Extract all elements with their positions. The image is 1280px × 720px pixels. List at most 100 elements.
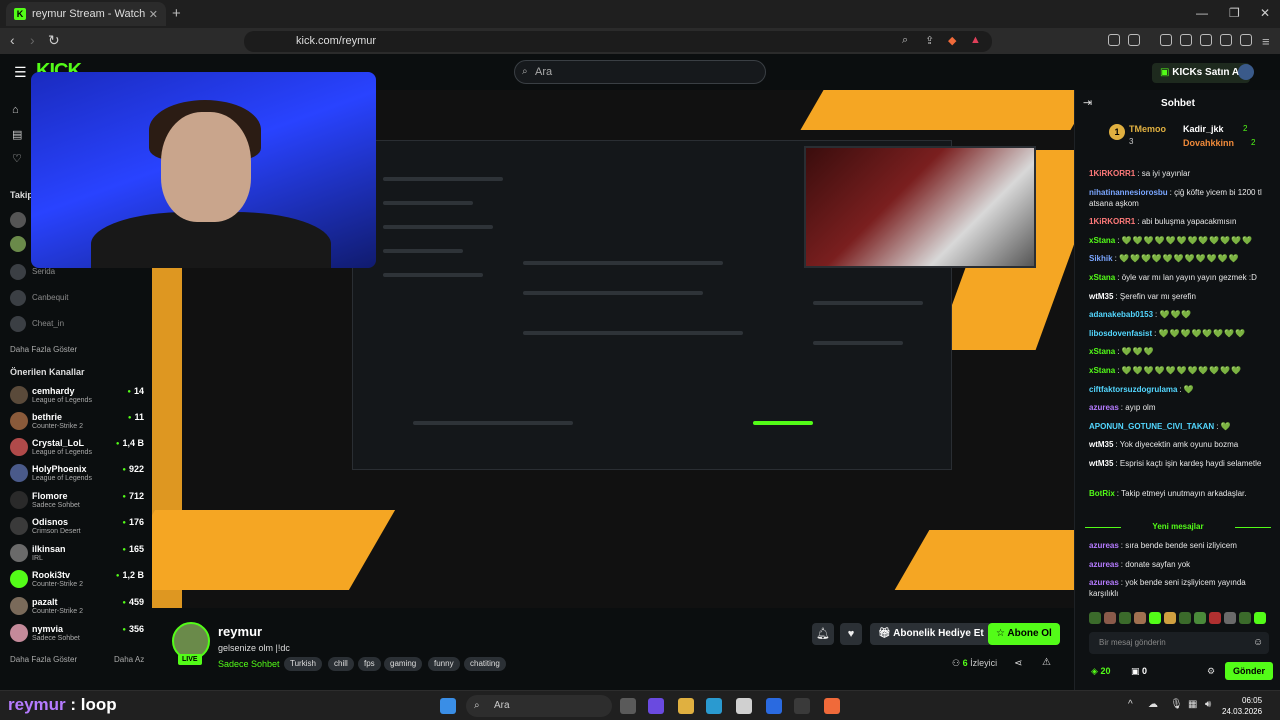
streamer-name[interactable]: reymur (218, 624, 262, 639)
notification-bell-button[interactable]: 🔔︎ (812, 623, 834, 645)
chat-username[interactable]: xStana (1089, 273, 1115, 282)
chat-username[interactable]: 1KiRKORR1 (1089, 169, 1135, 178)
new-tab-icon[interactable]: + (172, 5, 181, 22)
recommended-channel-item[interactable]: cemhardyLeague of Legends14 (10, 384, 146, 410)
report-icon[interactable]: ⚠ (1042, 657, 1051, 668)
emote[interactable] (1254, 612, 1266, 624)
emote[interactable] (1089, 612, 1101, 624)
address-bar[interactable]: kick.com/reymur (244, 31, 992, 52)
recommended-channel-item[interactable]: ilkinsanIRL165 (10, 542, 146, 568)
chat-username[interactable]: BotRix (1089, 489, 1115, 498)
chat-username[interactable]: azureas (1089, 560, 1119, 569)
following-channel-item[interactable]: Canbequit (10, 290, 146, 308)
emote[interactable] (1179, 612, 1191, 624)
share-icon[interactable]: ⇪ (925, 34, 934, 47)
stream-tag[interactable]: gaming (384, 657, 423, 671)
windows-start-icon[interactable] (440, 698, 456, 714)
chat-input[interactable]: Bir mesaj gönderin ☺ (1089, 632, 1269, 654)
recommended-channel-item[interactable]: FlomoreSadece Sohbet712 (10, 489, 146, 515)
show-more-following[interactable]: Daha Fazla Göster (10, 345, 77, 354)
emote[interactable] (1134, 612, 1146, 624)
chat-username[interactable]: xStana (1089, 347, 1115, 356)
subscribe-button[interactable]: ☆ Abone Ol (988, 623, 1060, 645)
gift-subscription-button[interactable]: 🎁︎ Abonelik Hediye Et (870, 623, 992, 645)
stream-tag[interactable]: funny (428, 657, 460, 671)
emote[interactable] (1194, 612, 1206, 624)
cloud-icon[interactable]: ☁ (1148, 699, 1158, 710)
extensions-icon[interactable] (1108, 34, 1120, 46)
recommended-channel-item[interactable]: Crystal_LoLLeague of Legends1,4 B (10, 436, 146, 462)
edge-icon[interactable] (706, 698, 722, 714)
send-button[interactable]: Gönder (1225, 662, 1274, 680)
recommended-channel-item[interactable]: pazaltCounter-Strike 2459 (10, 595, 146, 621)
zoom-icon[interactable]: ⌕ (902, 34, 908, 47)
taskbar-search[interactable]: ⌕ Ara (466, 695, 612, 717)
tray-chevron-icon[interactable]: ^ (1128, 699, 1133, 710)
brave-rewards-icon[interactable]: ▲ (970, 34, 981, 46)
recommended-channel-item[interactable]: nymviaSadece Sohbet356 (10, 622, 146, 648)
stream-tag[interactable]: fps (358, 657, 381, 671)
hamburger-menu-icon[interactable]: ☰ (14, 64, 27, 81)
search-input[interactable]: ⌕ Ara (514, 60, 766, 84)
emote[interactable] (1239, 612, 1251, 624)
share-icon[interactable]: ⋖ (1014, 658, 1022, 669)
emote[interactable] (1224, 612, 1236, 624)
stream-tag[interactable]: Turkish (284, 657, 322, 671)
emote[interactable] (1149, 612, 1161, 624)
task-view-icon[interactable] (620, 698, 636, 714)
chat-username[interactable]: azureas (1089, 578, 1119, 587)
emote[interactable] (1104, 612, 1116, 624)
chat-settings-icon[interactable]: ⚙ (1207, 666, 1215, 677)
stream-tag[interactable]: chill (328, 657, 354, 671)
menu-icon[interactable]: ≡ (1262, 34, 1270, 49)
emoji-picker-icon[interactable]: ☺ (1253, 632, 1263, 654)
media-icon[interactable] (1160, 34, 1172, 46)
chat-username[interactable]: 1KiRKORR1 (1089, 217, 1135, 226)
recommended-channel-item[interactable]: OdisnosCrimson Desert176 (10, 515, 146, 541)
minimize-icon[interactable]: — (1196, 6, 1208, 20)
wallet-icon[interactable] (1200, 34, 1212, 46)
kicks-balance[interactable]: ◈ 20 (1091, 666, 1110, 677)
browser-tab[interactable]: K reymur Stream - Watch Live on K ✕ (6, 2, 166, 26)
microphone-icon[interactable]: 🎙︎ (1170, 699, 1183, 710)
screenshot-icon[interactable] (1128, 34, 1140, 46)
back-icon[interactable]: ‹ (10, 32, 15, 48)
emote[interactable] (1119, 612, 1131, 624)
file-explorer-icon[interactable] (678, 698, 694, 714)
network-icon[interactable]: ▦ (1188, 699, 1197, 710)
chat-username[interactable]: wtM35 (1089, 292, 1113, 301)
close-tab-icon[interactable]: ✕ (149, 8, 158, 21)
chat-username[interactable]: ciftfaktorsuzdogrulama (1089, 385, 1177, 394)
stream-category[interactable]: Sadece Sohbet (218, 659, 280, 669)
vpn-icon[interactable] (1240, 34, 1252, 46)
leo-ai-icon[interactable] (1220, 34, 1232, 46)
obs-icon[interactable] (794, 698, 810, 714)
reload-icon[interactable]: ↻ (48, 32, 60, 49)
show-less-button[interactable]: Daha Az (114, 655, 144, 664)
show-more-recommended[interactable]: Daha Fazla Göster (10, 655, 77, 664)
home-icon[interactable]: ⌂ (12, 104, 19, 116)
forward-icon[interactable]: › (30, 32, 35, 48)
sidebar-icon[interactable] (1180, 34, 1192, 46)
brave-icon[interactable] (824, 698, 840, 714)
following-icon[interactable]: ♡ (12, 152, 22, 165)
chat-username[interactable]: azureas (1089, 403, 1119, 412)
emote[interactable] (1209, 612, 1221, 624)
close-window-icon[interactable]: ✕ (1260, 6, 1270, 20)
chat-username[interactable]: adanakebab0153 (1089, 310, 1153, 319)
chat-username[interactable]: azureas (1089, 541, 1119, 550)
stream-tag[interactable]: chatiting (464, 657, 506, 671)
chat-username[interactable]: wtM35 (1089, 459, 1113, 468)
volume-icon[interactable]: 🔊︎ (1205, 699, 1211, 710)
follow-heart-button[interactable]: ♥ (840, 623, 862, 645)
recommended-channel-item[interactable]: HolyPhoenixLeague of Legends922 (10, 462, 146, 488)
chat-username[interactable]: nihatinannesiorosbu (1089, 188, 1168, 197)
mail-icon[interactable] (766, 698, 782, 714)
channel-points[interactable]: ▣ 0 (1131, 666, 1147, 677)
chat-username[interactable]: Sikhik (1089, 254, 1113, 263)
chat-username[interactable]: wtM35 (1089, 440, 1113, 449)
following-channel-item[interactable]: Cheat_in (10, 316, 146, 334)
brave-shield-icon[interactable]: ◆ (948, 34, 956, 47)
maximize-icon[interactable]: ❐ (1229, 6, 1240, 20)
browse-icon[interactable]: ▤ (12, 128, 22, 141)
